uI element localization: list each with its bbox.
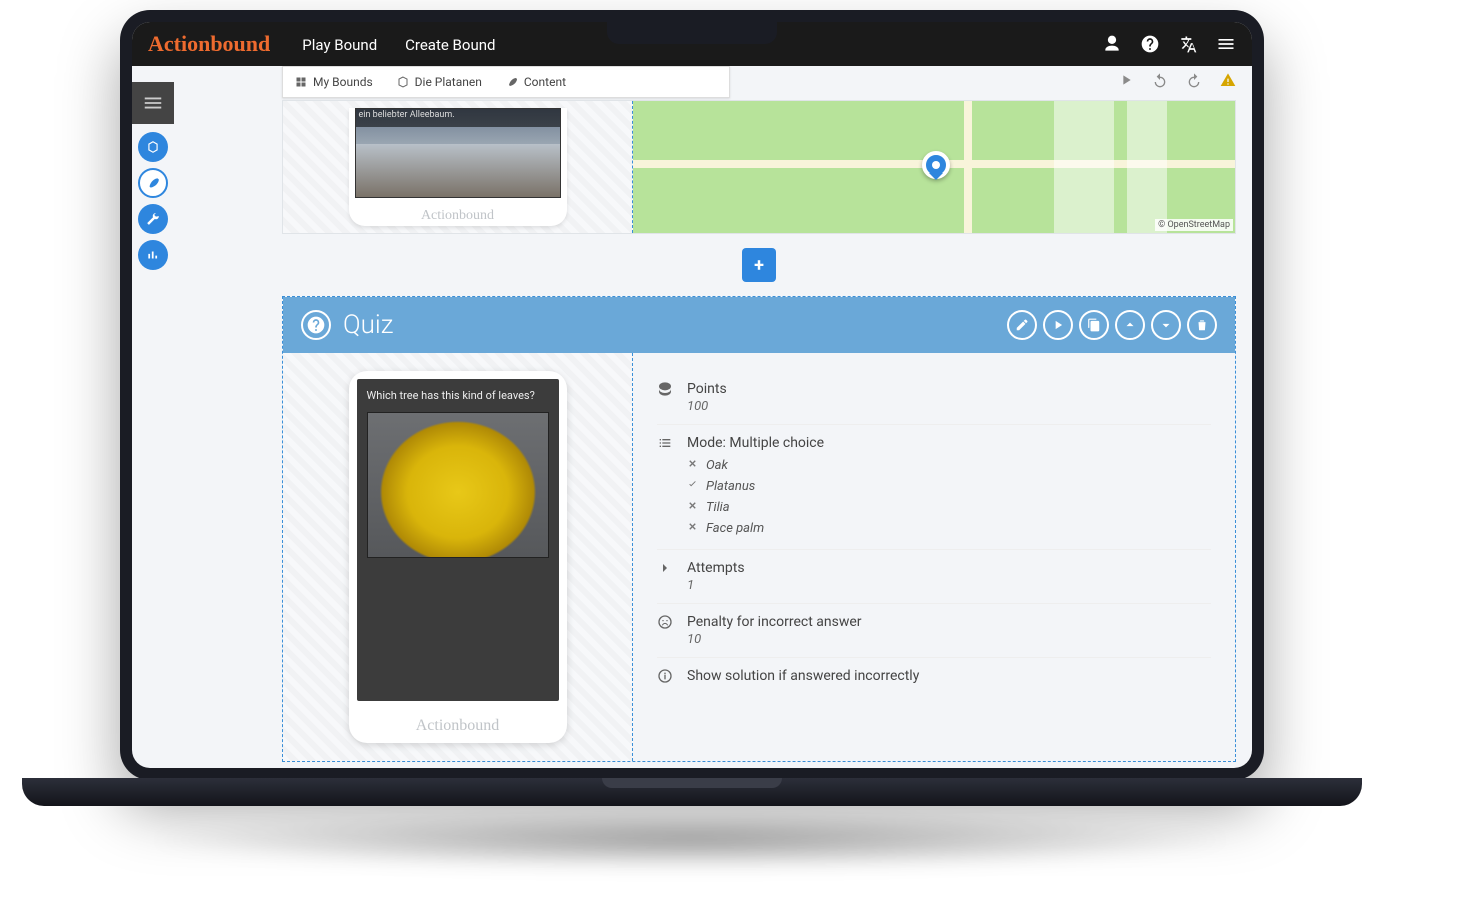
move-up-button[interactable] xyxy=(1115,310,1145,340)
preview-button[interactable] xyxy=(1043,310,1073,340)
phone-frame: Which tree has this kind of leaves? Acti… xyxy=(349,371,567,743)
upper-element-card: ein beliebter Alleebaum. Actionbound © O… xyxy=(282,100,1236,234)
map-pin-icon[interactable] xyxy=(922,151,950,179)
phone-brand-label: Actionbound xyxy=(349,717,567,735)
laptop-base xyxy=(22,778,1362,806)
language-icon[interactable] xyxy=(1178,34,1198,54)
map-block xyxy=(1127,101,1167,233)
help-icon[interactable] xyxy=(1140,34,1160,54)
quiz-question-text: Which tree has this kind of leaves? xyxy=(367,389,549,402)
preview-caption: ein beliebter Alleebaum. xyxy=(359,110,455,120)
penalty-label: Penalty for incorrect answer xyxy=(687,614,1211,630)
quiz-phone-preview: Which tree has this kind of leaves? Acti… xyxy=(283,353,633,761)
move-down-button[interactable] xyxy=(1151,310,1181,340)
sad-face-icon xyxy=(657,614,675,634)
quiz-title: Quiz xyxy=(343,310,393,340)
phone-preview: ein beliebter Alleebaum. Actionbound xyxy=(349,108,567,226)
x-icon xyxy=(687,458,698,473)
side-rail xyxy=(138,132,168,270)
quiz-details: Points 100 Mode: Multiple choice Oak Plat… xyxy=(633,353,1235,761)
x-icon xyxy=(687,521,698,536)
app-screen: Actionbound Play Bound Create Bound My B… xyxy=(132,22,1252,768)
sidebar-hamburger[interactable] xyxy=(132,82,174,124)
laptop-notch xyxy=(607,20,777,44)
content-area: ein beliebter Alleebaum. Actionbound © O… xyxy=(282,66,1236,768)
chevron-right-icon xyxy=(657,560,675,580)
answer-option: Oak xyxy=(687,455,1211,476)
siderail-bound-icon[interactable] xyxy=(138,132,168,162)
points-value: 100 xyxy=(687,399,1211,414)
answer-text: Oak xyxy=(706,458,728,473)
upper-phone-preview: ein beliebter Alleebaum. Actionbound xyxy=(283,101,633,233)
answer-text: Platanus xyxy=(706,479,755,494)
quiz-image xyxy=(367,412,549,558)
edit-button[interactable] xyxy=(1007,310,1037,340)
answer-text: Face palm xyxy=(706,521,764,536)
show-solution-label: Show solution if answered incorrectly xyxy=(687,668,1211,684)
menu-icon[interactable] xyxy=(1216,34,1236,54)
answer-option: Tilia xyxy=(687,497,1211,518)
preview-image xyxy=(355,108,561,198)
laptop-frame: Actionbound Play Bound Create Bound My B… xyxy=(120,10,1264,780)
answer-option: Platanus xyxy=(687,476,1211,497)
check-icon xyxy=(687,479,698,494)
answer-option: Face palm xyxy=(687,518,1211,539)
phone-brand-label: Actionbound xyxy=(349,208,567,224)
mode-label: Mode: Multiple choice xyxy=(687,435,1211,451)
map-panel[interactable]: © OpenStreetMap xyxy=(633,101,1235,233)
x-icon xyxy=(687,500,698,515)
points-icon xyxy=(657,381,675,401)
user-icon[interactable] xyxy=(1102,34,1122,54)
penalty-value: 10 xyxy=(687,632,1211,647)
brand-logo[interactable]: Actionbound xyxy=(148,31,270,57)
row-mode: Mode: Multiple choice Oak Platanus Tilia Fa… xyxy=(657,425,1211,550)
nav-create-bound[interactable]: Create Bound xyxy=(393,36,507,54)
delete-button[interactable] xyxy=(1187,310,1217,340)
siderail-wrench-icon[interactable] xyxy=(138,204,168,234)
info-icon xyxy=(657,668,675,688)
row-show-solution: Show solution if answered incorrectly xyxy=(657,658,1211,698)
list-icon xyxy=(657,435,675,455)
quiz-type-icon xyxy=(301,310,331,340)
map-block xyxy=(1054,101,1114,233)
quiz-header: Quiz xyxy=(283,297,1235,353)
add-element-button[interactable]: + xyxy=(742,248,776,282)
siderail-feather-icon[interactable] xyxy=(138,168,168,198)
row-penalty: Penalty for incorrect answer 10 xyxy=(657,604,1211,658)
attempts-label: Attempts xyxy=(687,560,1211,576)
row-points: Points 100 xyxy=(657,371,1211,425)
attempts-value: 1 xyxy=(687,578,1211,593)
row-attempts: Attempts 1 xyxy=(657,550,1211,604)
quiz-card: Quiz Which tree has this ki xyxy=(282,296,1236,762)
map-attribution: © OpenStreetMap xyxy=(1155,219,1233,231)
duplicate-button[interactable] xyxy=(1079,310,1109,340)
answer-text: Tilia xyxy=(706,500,730,515)
nav-play-bound[interactable]: Play Bound xyxy=(290,36,389,54)
siderail-stats-icon[interactable] xyxy=(138,240,168,270)
points-label: Points xyxy=(687,381,1211,397)
